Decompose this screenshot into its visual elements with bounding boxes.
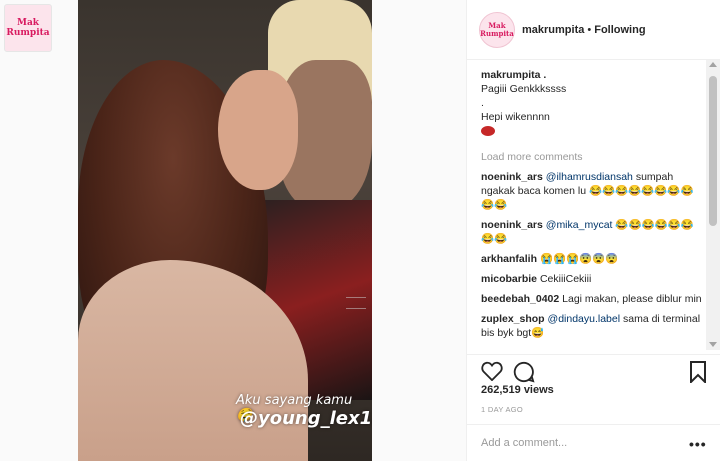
heart-icon[interactable] (481, 361, 503, 386)
comment-mention[interactable]: @mika_mycat (546, 219, 613, 231)
comment-username[interactable]: noenink_ars (481, 171, 543, 183)
comment-mention[interactable]: @ilhamrusdiansah (546, 171, 633, 183)
comment-text: Lagi makan, please diblur min (559, 293, 702, 305)
header-username[interactable]: makrumpita (522, 24, 584, 36)
more-options-icon[interactable]: ••• (689, 436, 707, 452)
media-caption-mention: @young_lex18 (240, 408, 372, 429)
media-sticker-lines (346, 297, 366, 309)
scroll-up-icon[interactable] (709, 62, 717, 67)
add-comment-input[interactable]: Add a comment... (481, 437, 567, 449)
profile-avatar[interactable]: Mak Rumpita (479, 11, 515, 48)
comment-text: 😭😭😭😨😨😨 (537, 253, 619, 265)
comment-username[interactable]: arkhanfalih (481, 253, 537, 265)
post-side-panel: Mak Rumpita makrumpita • Following makru… (466, 0, 720, 461)
scroll-down-icon[interactable] (709, 342, 717, 347)
comment-username[interactable]: zuplex_shop (481, 313, 545, 325)
caption-line: . (481, 97, 484, 109)
comment-item: zuplex_shop @dindayu.label sama di termi… (481, 312, 703, 340)
comment-item: micobarbie CekiiiCekiii (481, 272, 703, 286)
media-figure-face-2 (218, 70, 298, 190)
caption-line: Pagiii Genkkkssss (481, 83, 567, 95)
lips-emoji-icon (481, 124, 703, 140)
header-separator: • (587, 23, 592, 36)
load-more-comments-button[interactable]: Load more comments (481, 150, 703, 164)
comment-username[interactable]: beedebah_0402 (481, 293, 559, 305)
post-page: Mak Rumpita Aku sayang kamu 🤤 @young_lex… (0, 0, 720, 461)
comment-username[interactable]: micobarbie (481, 273, 537, 285)
post-header: Mak Rumpita makrumpita • Following (467, 0, 720, 60)
comment-item: arkhanfalih 😭😭😭😨😨😨 (481, 252, 703, 266)
add-comment-section: Add a comment... ••• (467, 424, 720, 461)
feed-avatar-thumbnail[interactable]: Mak Rumpita (4, 4, 52, 52)
logo-text: Mak Rumpita (6, 18, 50, 38)
comments-scrollbar[interactable] (706, 60, 720, 350)
caption-line: Hepi wikennnn (481, 111, 550, 123)
follow-status-button[interactable]: Following (594, 24, 645, 36)
caption-username[interactable]: makrumpita . (481, 68, 703, 82)
avatar-logo-text: Mak Rumpita (480, 20, 514, 38)
bookmark-icon[interactable] (689, 361, 707, 388)
comment-username[interactable]: noenink_ars (481, 219, 543, 231)
post-media[interactable]: Aku sayang kamu 🤤 @young_lex18 (78, 0, 372, 461)
post-actions-bar (467, 354, 720, 388)
comments-list: makrumpita . Pagiii Genkkkssss . Hepi wi… (481, 68, 703, 354)
comment-item: noenink_ars @ilhamrusdiansah sumpah ngak… (481, 170, 703, 212)
comment-mention[interactable]: @dindayu.label (548, 313, 621, 325)
views-count[interactable]: 262,519 views (481, 384, 554, 396)
comment-item: beedebah_0402 Lagi makan, please diblur … (481, 292, 703, 306)
post-timestamp[interactable]: 1 DAY AGO (481, 405, 523, 414)
comment-item: noenink_ars @mika_mycat 😂😂😂😂😂😂😂😂 (481, 218, 703, 246)
scrollbar-thumb[interactable] (709, 76, 717, 226)
comment-text: CekiiiCekiii (537, 273, 592, 285)
